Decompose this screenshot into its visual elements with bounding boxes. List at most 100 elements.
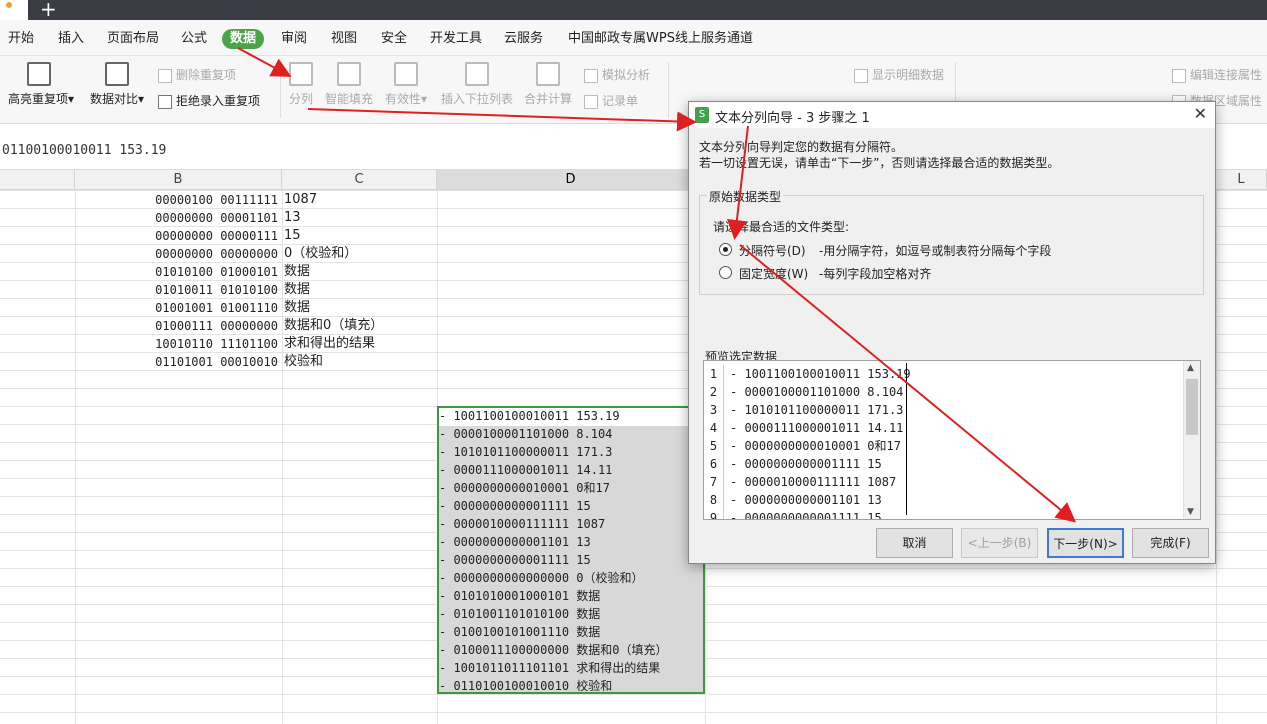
cell-c[interactable]: 数据 [284,281,434,299]
menu-view[interactable]: 视图 [323,29,365,49]
cell-d[interactable]: - 0110100100010010 校验和 [439,677,612,695]
column-header-d[interactable]: D [437,170,705,190]
cell-d[interactable]: - 1001100100010011 153.19 [439,407,620,425]
text-to-columns-dialog: S 文本分列向导 - 3 步骤之 1 ✕ 文本分列向导判定您的数据有分隔符。 若… [688,101,1216,564]
cell-c[interactable]: 求和得出的结果 [284,335,434,353]
cell-c[interactable]: 15 [284,227,434,245]
menu-security[interactable]: 安全 [373,29,415,49]
reject-duplicates-button[interactable]: 拒绝录入重复项 [156,92,260,110]
preview-row: 6- 0000000000001111 15 [704,455,882,473]
cell-d[interactable]: - 0000000000001101 13 [439,533,591,551]
cell-b[interactable]: 01001001 01001110 [76,299,280,317]
merge-calc-button[interactable]: 合并计算 [523,62,573,107]
cell-b[interactable]: 10010110 11101100 [76,335,280,353]
delimited-radio[interactable] [719,243,732,256]
menu-formula[interactable]: 公式 [173,29,215,49]
data-type-group-title: 原始数据类型 [707,188,784,205]
preview-row: 8- 0000000000001101 13 [704,491,882,509]
cell-d[interactable]: - 0100011100000000 数据和0（填充） [439,641,668,659]
cell-d[interactable]: - 0000000000001111 15 [439,497,591,515]
cancel-button[interactable]: 取消 [876,528,953,558]
fixed-width-description: -每列字段加空格对齐 [819,267,932,281]
menu-review[interactable]: 审阅 [273,29,315,49]
cell-b[interactable]: 01000111 00000000 [76,317,280,335]
document-tab[interactable] [0,0,28,20]
fixed-width-label[interactable]: 固定宽度(W) [739,265,808,282]
cell-c[interactable]: 数据和0（填充） [284,317,434,335]
cell-b[interactable]: 00000100 00111111 [76,191,280,209]
simulate-analysis-button[interactable]: 模拟分析 [582,66,650,84]
cell-d[interactable]: - 0000000000000000 0（校验和） [439,569,644,587]
data-compare-button[interactable]: 数据对比▾ [88,62,146,107]
cell-b[interactable]: 00000000 00001101 [76,209,280,227]
dialog-titlebar[interactable]: S 文本分列向导 - 3 步骤之 1 ✕ [689,102,1215,128]
cell-d[interactable]: - 0000010000111111 1087 [439,515,605,533]
cell-c[interactable]: 0（校验和） [284,245,434,263]
preview-row: 1- 1001100100010011 153.19 [704,365,911,383]
delimited-label[interactable]: 分隔符号(D) [739,242,806,259]
cell-c[interactable]: 数据 [284,299,434,317]
cell-d[interactable]: - 0000100001101000 8.104 [439,425,612,443]
column-break-line[interactable] [906,363,907,515]
cell-b[interactable]: 00000000 00000111 [76,227,280,245]
show-detail-button[interactable]: 显示明细数据 [852,66,944,84]
close-icon[interactable]: ✕ [1194,104,1207,123]
validity-button[interactable]: 有效性▾ [383,62,429,107]
insert-dropdown-button[interactable]: 插入下拉列表 [440,62,514,107]
column-header-a[interactable] [0,170,75,190]
cell-b[interactable]: 01010011 01010100 [76,281,280,299]
cell-c[interactable]: 校验和 [284,353,434,371]
new-tab-icon[interactable]: + [40,0,57,21]
cell-d[interactable]: - 0101001101010100 数据 [439,605,600,623]
formula-content: 01100100010011 153.19 [2,143,167,158]
column-header-c[interactable]: C [282,170,437,190]
menu-insert[interactable]: 插入 [50,29,92,49]
cell-d[interactable]: - 1010101100000011 171.3 [439,443,612,461]
back-button[interactable]: <上一步(B) [961,528,1038,558]
wps-app-icon: S [695,107,709,123]
edit-link-button[interactable]: 编辑连接属性 [1170,66,1262,84]
cell-d[interactable]: - 0000000000001111 15 [439,551,591,569]
highlight-dup-icon [27,62,51,86]
cell-c[interactable]: 数据 [284,263,434,281]
cell-c[interactable]: 1087 [284,191,434,209]
fixed-width-radio[interactable] [719,266,732,279]
data-preview-box[interactable]: 1- 1001100100010011 153.19 2- 0000100001… [703,360,1201,520]
smart-fill-icon [337,62,361,86]
cell-d[interactable]: - 0101010001000101 数据 [439,587,600,605]
grid-line [1216,190,1217,724]
record-form-button[interactable]: 记录单 [582,92,638,110]
finish-button[interactable]: 完成(F) [1132,528,1209,558]
split-column-button[interactable]: 分列 [287,62,315,107]
cell-d[interactable]: - 0000111000001011 14.11 [439,461,612,479]
menu-cloud[interactable]: 云服务 [496,29,551,49]
cell-b[interactable]: 00000000 00000000 [76,245,280,263]
menu-postal-channel[interactable]: 中国邮政专属WPS线上服务通道 [560,29,761,49]
smart-fill-button[interactable]: 智能填充 [324,62,374,107]
preview-row: 2- 0000100001101000 8.104 [704,383,903,401]
cell-c[interactable]: 13 [284,209,434,227]
next-button[interactable]: 下一步(N)> [1047,528,1124,558]
menu-dev-tools[interactable]: 开发工具 [422,29,490,49]
ribbon-separator [280,62,281,118]
menubar: 开始 插入 页面布局 公式 数据 审阅 视图 安全 开发工具 云服务 中国邮政专… [0,20,1267,56]
highlight-duplicates-button[interactable]: 高亮重复项▾ [8,62,74,107]
cell-d[interactable]: - 0000000000010001 0和17 [439,479,610,497]
scroll-down-icon[interactable]: ▼ [1187,507,1194,517]
column-header-l[interactable]: L [1216,170,1267,190]
menu-home[interactable]: 开始 [0,29,42,49]
cell-d[interactable]: - 1001011011101101 求和得出的结果 [439,659,660,677]
preview-scrollbar[interactable]: ▲ ▼ [1183,361,1200,519]
cell-b[interactable]: 01101001 00010010 [76,353,280,371]
menu-data[interactable]: 数据 [222,29,265,49]
preview-row: 7- 0000010000111111 1087 [704,473,896,491]
cell-d[interactable]: - 0100100101001110 数据 [439,623,600,641]
menu-page-layout[interactable]: 页面布局 [99,29,167,49]
scroll-thumb[interactable] [1186,379,1198,435]
scroll-up-icon[interactable]: ▲ [1187,363,1194,373]
column-header-b[interactable]: B [75,170,282,190]
split-column-icon [289,62,313,86]
cell-b[interactable]: 01010100 01000101 [76,263,280,281]
delete-duplicates-button[interactable]: 删除重复项 [156,66,236,84]
dialog-info-line2: 若一切设置无误，请单击“下一步”，否则请选择最合适的数据类型。 [699,156,1060,170]
